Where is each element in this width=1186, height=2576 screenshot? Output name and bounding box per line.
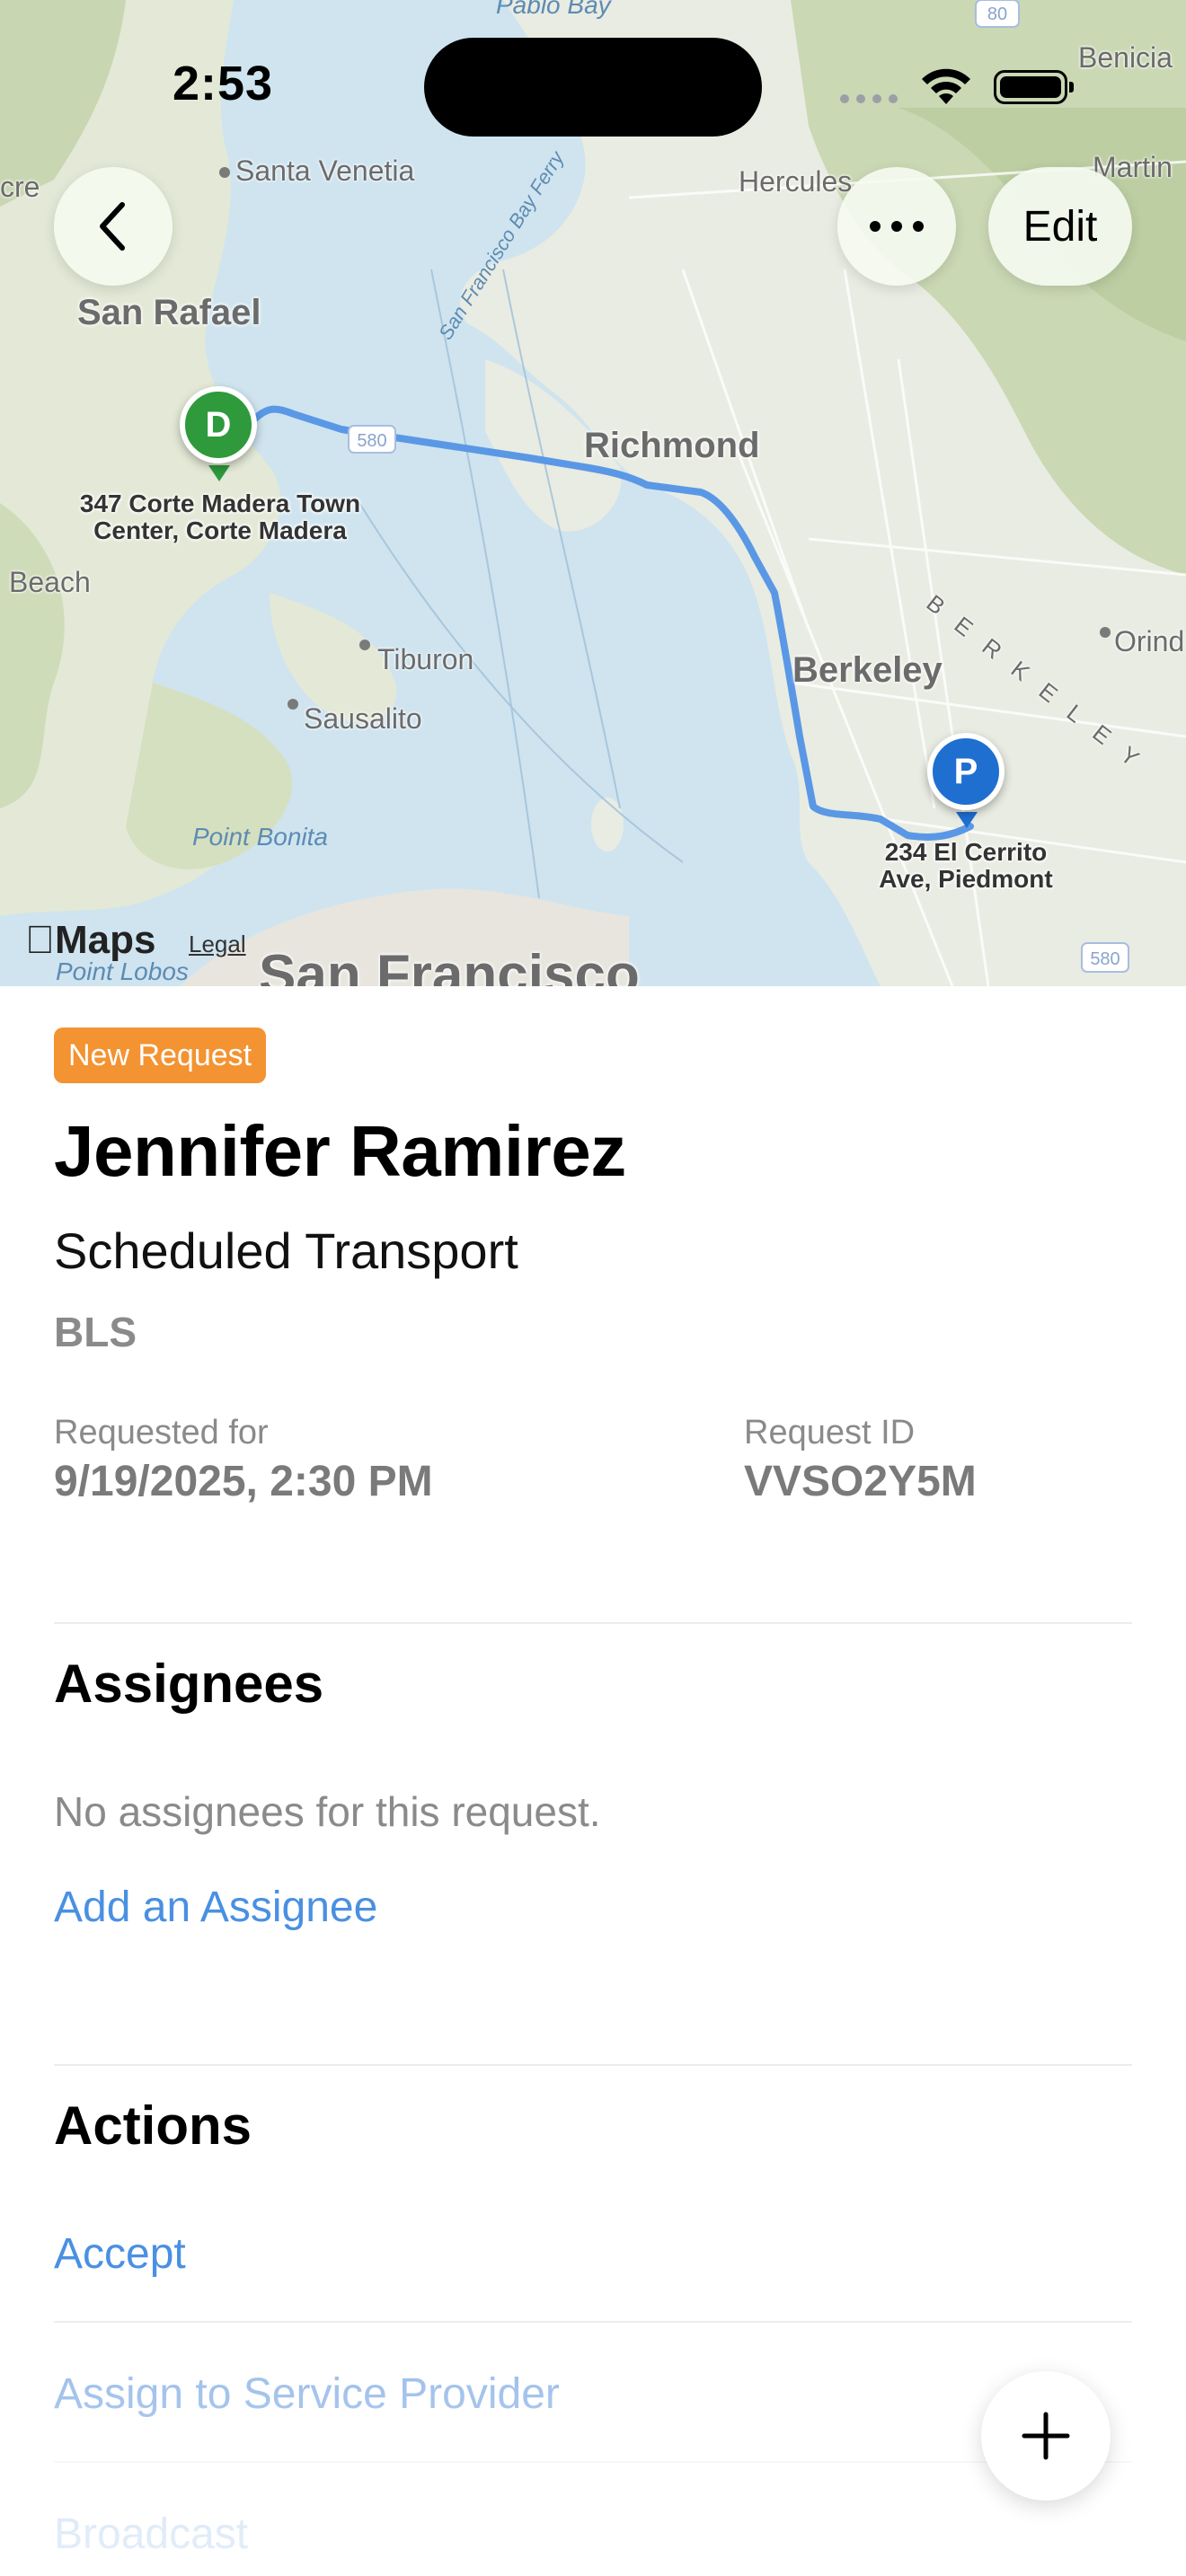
- berkeley-label: Berkeley: [792, 650, 943, 690]
- wifi-icon: [922, 68, 970, 104]
- santa-venetia-label: Santa Venetia: [235, 154, 415, 187]
- tiburon-label: Tiburon: [377, 643, 474, 675]
- request-id-value: VVSO2Y5M: [744, 1458, 977, 1505]
- dynamic-island: [424, 38, 762, 137]
- chevron-left-icon: [100, 202, 125, 251]
- san-francisco-label: San Francisco: [259, 944, 640, 986]
- divider: [54, 1622, 1132, 1624]
- accept-action[interactable]: Accept: [54, 2229, 186, 2279]
- orinda-label: Orind: [1114, 625, 1185, 657]
- maps-attribution: Maps: [25, 918, 155, 963]
- ellipsis-icon: [870, 221, 924, 232]
- legal-link[interactable]: Legal: [189, 931, 246, 958]
- battery-icon: [994, 70, 1074, 104]
- beach-label: Beach: [9, 566, 91, 598]
- request-id-label: Request ID: [744, 1414, 916, 1451]
- hwy-580-label-a: 580: [357, 431, 386, 451]
- pickup-pin[interactable]: P: [927, 733, 1005, 810]
- pickup-address-label: 234 El Cerrito Ave, Piedmont: [879, 838, 1053, 893]
- dropoff-pin-letter: D: [205, 404, 232, 445]
- cellular-signal-icon: [840, 94, 898, 103]
- assign-service-provider-action[interactable]: Assign to Service Provider: [54, 2369, 560, 2419]
- status-badge: New Request: [54, 1028, 267, 1083]
- add-assignee-link[interactable]: Add an Assignee: [54, 1883, 377, 1932]
- divider: [54, 2461, 1132, 2463]
- benicia-label: Benicia: [1078, 41, 1173, 74]
- service-level: BLS: [54, 1309, 137, 1355]
- hercules-label: Hercules: [739, 165, 853, 198]
- plus-icon: [1022, 2412, 1070, 2460]
- pablo-bay-label: Pablo Bay: [496, 0, 611, 19]
- apple-icon: : [25, 918, 55, 962]
- transport-type: Scheduled Transport: [54, 1222, 518, 1279]
- san-rafael-label: San Rafael: [77, 293, 261, 332]
- pickup-pin-letter: P: [953, 751, 978, 791]
- cre-label: cre: [0, 171, 40, 203]
- divider: [54, 2321, 1132, 2323]
- dropoff-address-label: 347 Corte Madera Town Center, Corte Made…: [79, 490, 361, 544]
- sausalito-label: Sausalito: [304, 702, 422, 735]
- maps-brand-text: Maps: [25, 918, 155, 962]
- route-map[interactable]: 580 580 80 San Francisco Bay Ferry Pablo…: [0, 0, 1186, 986]
- broadcast-action[interactable]: Broadcast: [54, 2510, 248, 2559]
- add-floating-button[interactable]: [981, 2371, 1111, 2501]
- dropoff-pin[interactable]: D: [180, 386, 257, 463]
- patient-name: Jennifer Ramirez: [54, 1111, 626, 1191]
- edit-button[interactable]: Edit: [988, 167, 1132, 286]
- actions-title: Actions: [54, 2095, 252, 2156]
- requested-for-value: 9/19/2025, 2:30 PM: [54, 1458, 433, 1505]
- divider: [54, 2064, 1132, 2066]
- hwy-80-label: 80: [987, 4, 1007, 24]
- hwy-580-label-b: 580: [1090, 949, 1120, 969]
- assignees-title: Assignees: [54, 1654, 324, 1714]
- requested-for-label: Requested for: [54, 1414, 269, 1451]
- more-options-button[interactable]: [837, 167, 956, 286]
- no-assignees-text: No assignees for this request.: [54, 1788, 601, 1835]
- back-button[interactable]: [54, 167, 173, 286]
- richmond-label: Richmond: [584, 426, 760, 465]
- point-bonita-label: Point Bonita: [192, 823, 328, 851]
- status-time: 2:53: [173, 57, 274, 110]
